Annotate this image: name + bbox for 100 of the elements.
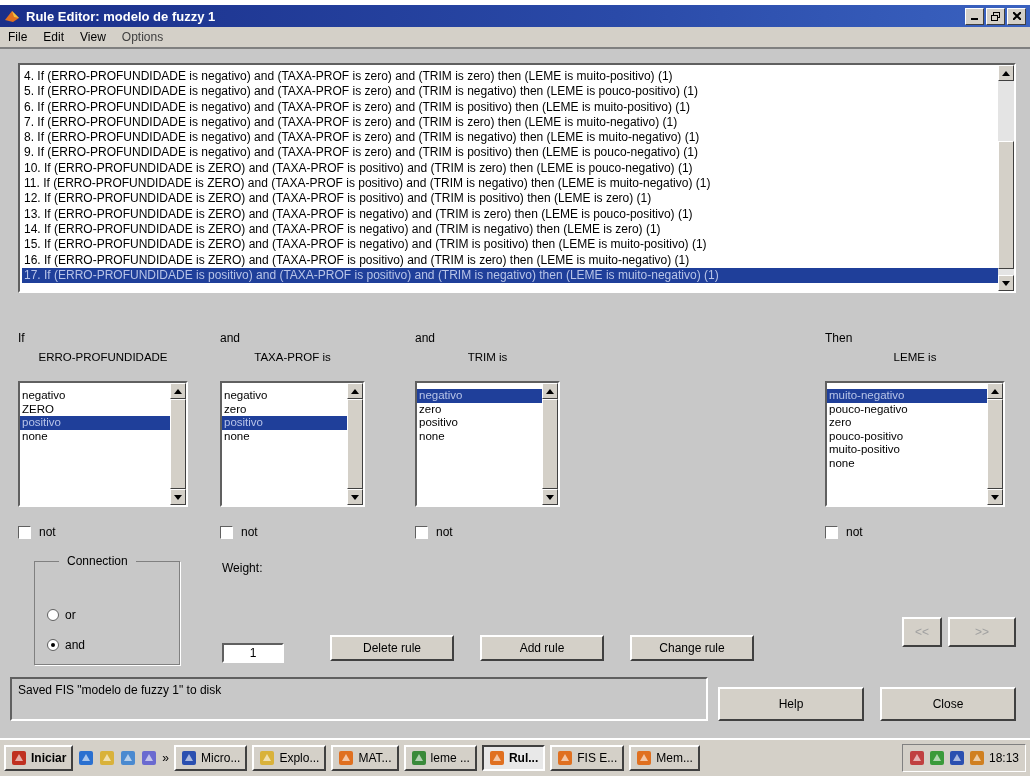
term-item[interactable]: muito-negativo [827,389,987,403]
footer-button[interactable]: Close [880,687,1016,721]
term-item[interactable]: none [222,429,347,443]
scroll-thumb[interactable] [542,399,558,489]
rule-item[interactable]: 5. If (ERRO-PROFUNDIDADE is negativo) and (TAXA-PROF is zero) and (TRIM is negativo) then (LEME is pouco-positivo) (1) [22,84,998,100]
scroll-thumb[interactable] [998,141,1014,269]
app-icon [636,750,653,766]
scrollbar[interactable] [987,383,1003,505]
restore-button[interactable] [986,7,1005,25]
term-item[interactable]: zero [222,402,347,416]
restore-icon [991,11,1000,21]
app-icon [338,750,355,766]
variable-label: ERRO-PROFUNDIDADE [38,351,168,365]
scrollbar[interactable] [542,383,558,505]
radio-label: or [65,608,76,622]
term-item[interactable]: negativo [20,389,170,403]
menu-item[interactable]: View [80,30,106,44]
term-item[interactable]: muito-positivo [827,443,987,457]
scroll-up-icon [351,388,359,394]
scroll-down-icon [1002,280,1010,286]
rule-item[interactable]: 7. If (ERRO-PROFUNDIDADE is negativo) and (TAXA-PROF is zero) and (TRIM is zero) then (LEME is muito-negativo) (1) [22,114,998,131]
clause-label: and [415,331,436,347]
scroll-thumb[interactable] [170,399,186,489]
window-title: Rule Editor: modelo de fuzzy 1 [26,8,217,24]
taskbar-button[interactable]: Explo... [252,745,327,771]
rule-action-button[interactable]: Delete rule [330,635,454,661]
scroll-up-icon [1002,70,1010,76]
menu-item[interactable]: File [8,30,28,44]
minimize-button[interactable] [965,7,984,25]
radio-button[interactable] [47,609,59,621]
scrollbar[interactable] [998,65,1014,291]
app-icon [181,750,198,766]
scrollbar[interactable] [347,383,363,505]
not-checkbox[interactable] [18,525,31,539]
term-item[interactable]: ZERO [20,402,170,416]
clause-label: If [18,331,25,347]
app-icon [488,750,505,766]
scroll-down-icon [546,494,554,500]
term-item[interactable]: pouco-negativo [827,402,987,416]
scrollbar[interactable] [170,383,186,505]
taskbar-button[interactable]: MAT... [331,745,399,771]
rule-item[interactable]: 17. If (ERRO-PROFUNDIDADE is positivo) and (TAXA-PROF is positivo) and (TRIM is negativo) then (LEME is muito-negativo) (1) [22,267,998,284]
scroll-thumb[interactable] [347,399,363,489]
variable-label: TAXA-PROF is [254,351,331,365]
term-item[interactable]: positivo [417,416,542,430]
rule-item[interactable]: 15. If (ERRO-PROFUNDIDADE is ZERO) and (TAXA-PROF is negativo) and (TRIM is positivo) then (LEME is muito-positivo) (1) [22,237,998,253]
weight-field[interactable]: 1 [222,643,284,663]
term-item[interactable]: zero [827,416,987,430]
not-label: not [436,525,453,539]
clause-label: and [220,331,241,347]
term-item[interactable]: negativo [417,389,542,403]
term-item[interactable]: none [417,429,542,443]
scroll-down-icon [351,494,359,500]
group-title: Connection [59,554,136,568]
clock: 18:13 [988,751,1019,765]
taskbar-button[interactable]: Micro... [174,745,248,771]
taskbar-button[interactable]: leme ... [403,745,477,771]
term-item[interactable]: positivo [222,416,347,430]
rule-item[interactable]: 14. If (ERRO-PROFUNDIDADE is ZERO) and (TAXA-PROF is negativo) and (TRIM is negativo) then (LEME is zero) (1) [22,221,998,238]
rule-item[interactable]: 13. If (ERRO-PROFUNDIDADE is ZERO) and (TAXA-PROF is negativo) and (TRIM is zero) then (LEME is pouco-positivo) (1) [22,206,998,222]
term-item[interactable]: zero [417,402,542,416]
rule-item[interactable]: 6. If (ERRO-PROFUNDIDADE is negativo) and (TAXA-PROF is zero) and (TRIM is positivo) then (LEME is muito-positivo) (1) [22,99,998,115]
menu-item[interactable]: Options [121,30,164,44]
footer-button[interactable]: Help [718,687,864,721]
rule-item[interactable]: 12. If (ERRO-PROFUNDIDADE is ZERO) and (TAXA-PROF is positivo) and (TRIM is positivo) then (LEME is zero) (1) [22,191,998,207]
close-icon [1012,12,1021,20]
term-item[interactable]: positivo [20,416,170,430]
rule-item[interactable]: 9. If (ERRO-PROFUNDIDADE is negativo) and (TAXA-PROF is zero) and (TRIM is positivo) then (LEME is pouco-negativo) (1) [22,145,998,161]
scroll-thumb[interactable] [987,399,1003,489]
rule-item[interactable]: 10. If (ERRO-PROFUNDIDADE is ZERO) and (TAXA-PROF is positivo) and (TRIM is zero) then (LEME is pouco-negativo) (1) [22,160,998,177]
term-item[interactable]: none [20,429,170,443]
not-checkbox[interactable] [825,525,838,539]
close-button[interactable] [1007,7,1026,25]
not-checkbox[interactable] [415,525,428,539]
app-icon [557,750,574,766]
rule-action-button[interactable]: Add rule [480,635,604,661]
scroll-up-icon [546,388,554,394]
app-icon [410,750,427,766]
term-item[interactable]: pouco-positivo [827,429,987,443]
rule-item[interactable]: 4. If (ERRO-PROFUNDIDADE is negativo) and (TAXA-PROF is zero) and (TRIM is zero) then (LEME is muito-positivo) (1) [22,69,998,85]
term-item[interactable]: none [827,456,987,470]
taskbar-button[interactable]: Rul... [481,745,546,771]
start-button[interactable]: Iniciar [4,745,74,771]
more-chevron[interactable]: » [162,751,170,765]
taskbar-button[interactable]: Mem... [629,745,700,771]
app-icon [4,8,20,24]
rule-action-button[interactable]: Change rule [630,635,754,661]
taskbar-button[interactable]: FIS E... [550,745,625,771]
term-item[interactable]: negativo [222,389,347,403]
rule-item[interactable]: 16. If (ERRO-PROFUNDIDADE is ZERO) and (TAXA-PROF is positivo) and (TRIM is zero) then (LEME is muito-negativo) (1) [22,252,998,268]
app-icon [259,750,276,766]
rule-item[interactable]: 8. If (ERRO-PROFUNDIDADE is negativo) and (TAXA-PROF is zero) and (TRIM is negativo) then (LEME is muito-negativo) (1) [22,130,998,146]
menu-item[interactable]: Edit [43,30,65,44]
weight-label: Weight: [222,561,264,575]
not-checkbox[interactable] [220,525,233,539]
rule-item[interactable]: 11. If (ERRO-PROFUNDIDADE is ZERO) and (TAXA-PROF is positivo) and (TRIM is negativo) then (LEME is muito-negativo) (1) [22,176,998,192]
variable-label: LEME is [893,351,937,365]
not-label: not [241,525,258,539]
radio-button[interactable] [47,639,59,651]
scroll-down-icon [991,494,999,500]
